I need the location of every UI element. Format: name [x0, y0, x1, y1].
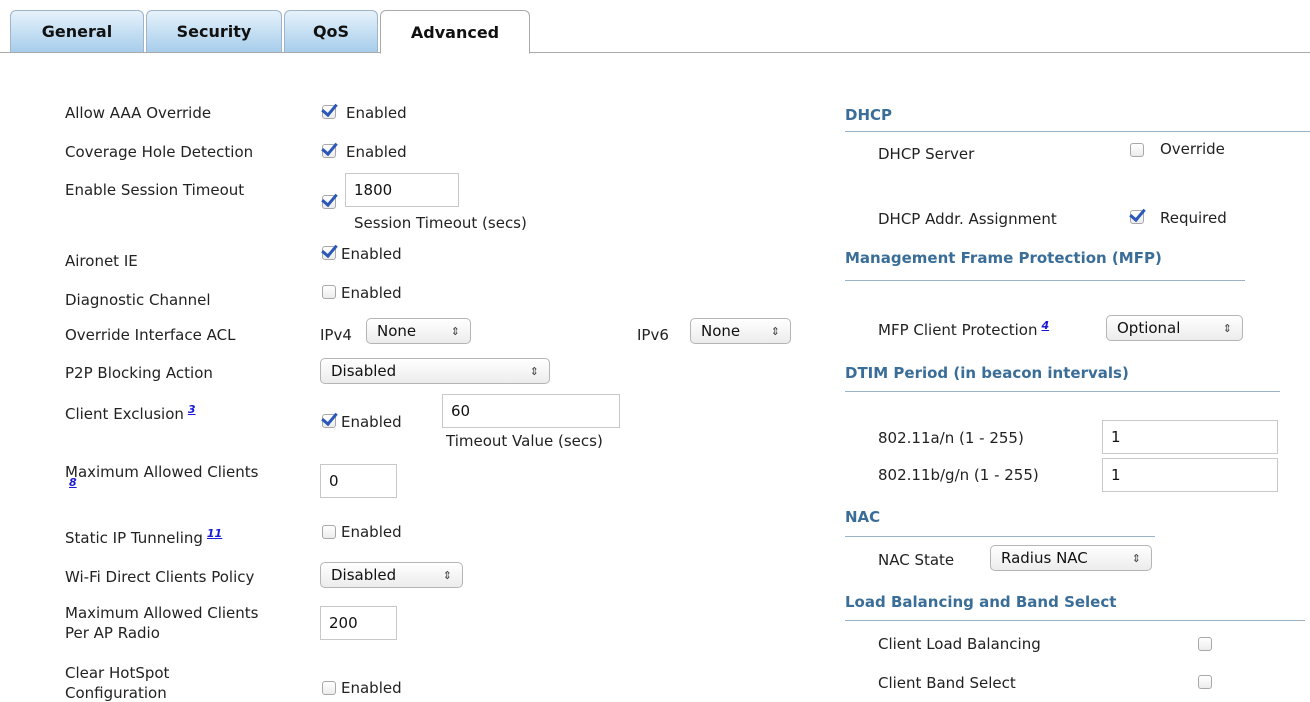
client-load-balancing-checkbox[interactable] — [1198, 637, 1212, 651]
tab-general[interactable]: General — [10, 10, 144, 52]
select-arrows-icon: ⇕ — [770, 324, 780, 338]
nac-state-value: Radius NAC — [1001, 549, 1088, 567]
tab-advanced[interactable]: Advanced — [380, 10, 530, 54]
max-clients-per-radio-label-2: Per AP Radio — [65, 624, 160, 642]
p2p-blocking-select[interactable]: Disabled ⇕ — [320, 358, 550, 384]
nac-section-title: NAC — [845, 508, 881, 526]
static-ip-tunneling-checkbox[interactable] — [322, 525, 336, 539]
allow-aaa-override-text: Enabled — [346, 104, 407, 122]
dhcp-addr-assignment-text: Required — [1160, 209, 1227, 227]
nac-section-rule — [845, 536, 1155, 537]
session-timeout-checkbox[interactable] — [322, 195, 336, 209]
clear-hotspot-text: Enabled — [341, 679, 402, 697]
client-exclusion-text: Enabled — [341, 413, 402, 431]
static-ip-tunneling-label: Static IP Tunneling 11 — [65, 527, 222, 547]
diagnostic-channel-checkbox[interactable] — [322, 285, 336, 299]
max-allowed-clients-label: Maximum Allowed Clients — [65, 463, 259, 481]
dhcp-addr-assignment-checkbox[interactable] — [1130, 210, 1144, 224]
diagnostic-channel-text: Enabled — [341, 284, 402, 302]
static-ip-tunneling-text: Enabled — [341, 523, 402, 541]
dtim-80211bgn-input[interactable] — [1102, 458, 1278, 492]
dtim-80211an-label: 802.11a/n (1 - 255) — [878, 429, 1024, 447]
mfp-client-protection-label: MFP Client Protection 4 — [878, 319, 1049, 339]
client-exclusion-label-text: Client Exclusion — [65, 405, 184, 423]
tab-bar: General Security QoS Advanced — [0, 0, 1310, 54]
mfp-client-protection-value: Optional — [1117, 319, 1181, 337]
clear-hotspot-label-1: Clear HotSpot — [65, 664, 170, 682]
clear-hotspot-label-2: Configuration — [65, 684, 167, 702]
load-balancing-section-rule — [845, 620, 1305, 621]
tab-qos[interactable]: QoS — [284, 10, 378, 52]
client-band-select-checkbox[interactable] — [1198, 675, 1212, 689]
mfp-footnote-link[interactable]: 4 — [1041, 319, 1049, 332]
coverage-hole-detection-checkbox[interactable] — [322, 144, 336, 158]
session-timeout-label: Enable Session Timeout — [65, 181, 245, 199]
max-clients-per-radio-label-1: Maximum Allowed Clients — [65, 604, 259, 622]
session-timeout-caption: Session Timeout (secs) — [354, 214, 527, 232]
client-exclusion-checkbox[interactable] — [322, 414, 336, 428]
override-interface-acl-label: Override Interface ACL — [65, 326, 236, 344]
tab-divider — [0, 52, 1310, 53]
max-clients-per-radio-input[interactable] — [320, 606, 397, 640]
max-allowed-clients-footnote-link[interactable]: 8 — [69, 476, 77, 489]
nac-state-select[interactable]: Radius NAC ⇕ — [990, 545, 1152, 571]
dhcp-server-label: DHCP Server — [878, 145, 975, 163]
wifi-direct-policy-value: Disabled — [331, 566, 397, 584]
client-exclusion-timeout-input[interactable] — [442, 394, 620, 428]
nac-state-label: NAC State — [878, 551, 955, 569]
dtim-section-rule — [845, 391, 1280, 392]
select-arrows-icon: ⇕ — [450, 324, 460, 338]
client-exclusion-timeout-caption: Timeout Value (secs) — [446, 432, 603, 450]
client-exclusion-label: Client Exclusion 3 — [65, 403, 196, 423]
dtim-section-title: DTIM Period (in beacon intervals) — [845, 364, 1129, 382]
ipv4-acl-select[interactable]: None ⇕ — [366, 318, 471, 344]
client-exclusion-footnote-link[interactable]: 3 — [188, 403, 196, 416]
session-timeout-input[interactable] — [345, 173, 459, 207]
client-load-balancing-label: Client Load Balancing — [878, 635, 1041, 653]
select-arrows-icon: ⇕ — [1131, 551, 1141, 565]
allow-aaa-override-label: Allow AAA Override — [65, 104, 212, 122]
mfp-section-rule — [845, 280, 1245, 281]
max-allowed-clients-footnote: 8 — [65, 476, 77, 496]
mfp-section-title: Management Frame Protection (MFP) — [845, 249, 1162, 267]
aironet-ie-checkbox[interactable] — [322, 246, 336, 260]
aironet-ie-text: Enabled — [341, 245, 402, 263]
select-arrows-icon: ⇕ — [529, 364, 539, 378]
coverage-hole-detection-label: Coverage Hole Detection — [65, 143, 254, 161]
mfp-client-protection-label-text: MFP Client Protection — [878, 321, 1038, 339]
aironet-ie-label: Aironet IE — [65, 252, 138, 270]
allow-aaa-override-checkbox[interactable] — [322, 105, 336, 119]
p2p-blocking-value: Disabled — [331, 362, 397, 380]
tab-security[interactable]: Security — [146, 10, 282, 52]
ipv6-label: IPv6 — [637, 326, 669, 344]
wifi-direct-policy-label: Wi-Fi Direct Clients Policy — [65, 568, 255, 586]
wifi-direct-policy-select[interactable]: Disabled ⇕ — [320, 562, 463, 588]
client-band-select-label: Client Band Select — [878, 674, 1016, 692]
mfp-client-protection-select[interactable]: Optional ⇕ — [1106, 315, 1243, 341]
ipv6-acl-value: None — [701, 322, 741, 340]
dhcp-server-override-text: Override — [1160, 140, 1225, 158]
dtim-80211an-input[interactable] — [1102, 420, 1278, 454]
dtim-80211bgn-label: 802.11b/g/n (1 - 255) — [878, 466, 1039, 484]
dhcp-section-rule — [845, 131, 1310, 132]
dhcp-server-override-checkbox[interactable] — [1130, 143, 1144, 157]
static-ip-tunneling-footnote-link[interactable]: 11 — [207, 527, 222, 540]
ipv6-acl-select[interactable]: None ⇕ — [690, 318, 791, 344]
p2p-blocking-action-label: P2P Blocking Action — [65, 364, 213, 382]
dhcp-addr-assignment-label: DHCP Addr. Assignment — [878, 210, 1057, 228]
coverage-hole-detection-text: Enabled — [346, 143, 407, 161]
static-ip-tunneling-label-text: Static IP Tunneling — [65, 529, 203, 547]
max-allowed-clients-input[interactable] — [320, 464, 397, 498]
ipv4-acl-value: None — [377, 322, 417, 340]
load-balancing-section-title: Load Balancing and Band Select — [845, 593, 1117, 611]
clear-hotspot-checkbox[interactable] — [322, 681, 336, 695]
select-arrows-icon: ⇕ — [442, 568, 452, 582]
diagnostic-channel-label: Diagnostic Channel — [65, 291, 211, 309]
ipv4-label: IPv4 — [320, 326, 352, 344]
select-arrows-icon: ⇕ — [1222, 321, 1232, 335]
dhcp-section-title: DHCP — [845, 106, 893, 124]
